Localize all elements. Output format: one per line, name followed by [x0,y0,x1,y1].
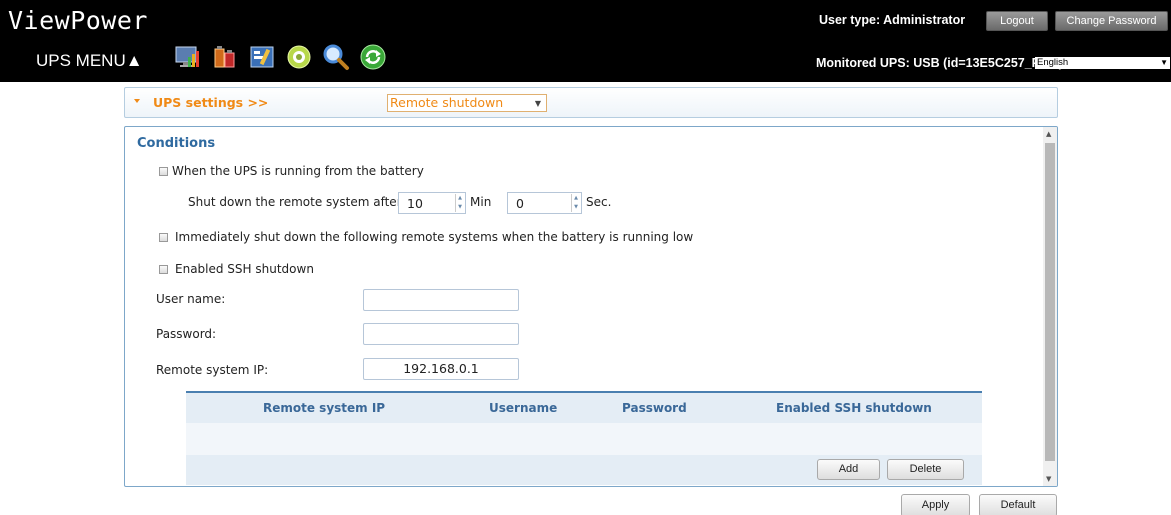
default-button[interactable]: Default [979,494,1057,515]
gear-icon[interactable] [285,43,313,71]
page-select-value: Remote shutdown [390,95,504,110]
remote-ip-label: Remote system IP: [156,363,269,377]
language-value: English [1037,57,1069,68]
delete-button[interactable]: Delete [887,459,964,480]
column-header: Password [622,401,687,415]
minutes-stepper[interactable]: 10 ▲ ▼ [398,192,466,214]
add-button[interactable]: Add [817,459,880,480]
viewpower-app: ViewPower UPS MENU▲ User type: Administr… [0,0,1171,515]
low-battery-label: Immediately shut down the following remo… [175,230,694,244]
column-header: Enabled SSH shutdown [776,401,932,415]
ups-menu-button[interactable]: UPS MENU▲ [36,51,143,71]
battery-label: When the UPS is running from the battery [172,164,424,178]
seconds-stepper[interactable]: 0 ▲ ▼ [507,192,582,214]
section-title: Conditions [137,136,216,151]
conditions-panel: Conditions When the UPS is running from … [124,126,1058,487]
stepper-arrows-icon[interactable]: ▲ ▼ [571,194,580,212]
battery-status-icon[interactable] [211,43,239,71]
sec-label: Sec. [586,195,612,209]
collapse-arrow-icon[interactable] [134,99,140,103]
breadcrumb-section: UPS settings >> [153,95,269,110]
scroll-down-icon[interactable]: ▼ [1046,475,1051,483]
settings-tools-icon[interactable] [248,43,276,71]
username-input[interactable] [363,289,519,311]
battery-checkbox[interactable] [159,167,168,176]
monitor-chart-icon[interactable] [174,43,202,71]
username-label: User name: [156,292,226,306]
toolbar [174,43,387,71]
seconds-value: 0 [516,196,524,211]
breadcrumb: UPS settings >> Remote shutdown ▼ [124,87,1058,118]
table-header: Remote system IP Username Password Enabl… [186,391,982,423]
shutdown-after-label: Shut down the remote system after [188,195,402,209]
password-label: Password: [156,327,217,341]
remote-ip-input[interactable]: 192.168.0.1 [363,358,519,380]
chevron-down-icon: ▼ [1160,58,1168,67]
stepper-arrows-icon[interactable]: ▲ ▼ [455,194,464,212]
page-select[interactable]: Remote shutdown ▼ [387,94,547,112]
ssh-checkbox[interactable] [159,265,168,274]
column-header: Username [489,401,558,415]
user-type-label: User type: Administrator [819,13,966,27]
scroll-up-icon[interactable]: ▲ [1046,130,1051,138]
ssh-label: Enabled SSH shutdown [175,262,314,276]
column-header: Remote system IP [263,401,386,415]
low-battery-checkbox[interactable] [159,233,168,242]
min-label: Min [470,195,492,209]
app-title: ViewPower [8,6,148,35]
minutes-value: 10 [407,196,423,211]
logout-button[interactable]: Logout [986,11,1048,31]
password-input[interactable] [363,323,519,345]
vertical-scrollbar[interactable]: ▲ ▼ [1043,127,1057,486]
scroll-thumb[interactable] [1045,143,1055,461]
language-select[interactable]: English ▼ [1035,57,1170,69]
chevron-down-icon: ▼ [534,99,541,108]
apply-button[interactable]: Apply [901,494,970,515]
search-icon[interactable] [322,43,350,71]
table-row: Add Delete [186,455,982,485]
change-password-button[interactable]: Change Password [1055,11,1168,31]
top-header: ViewPower UPS MENU▲ User type: Administr… [0,0,1171,82]
monitored-ups-label: Monitored UPS: USB (id=13E5C257_PMV) [816,56,1063,70]
remote-systems-table: Remote system IP Username Password Enabl… [186,391,982,485]
table-row [186,423,982,455]
refresh-icon[interactable] [359,43,387,71]
